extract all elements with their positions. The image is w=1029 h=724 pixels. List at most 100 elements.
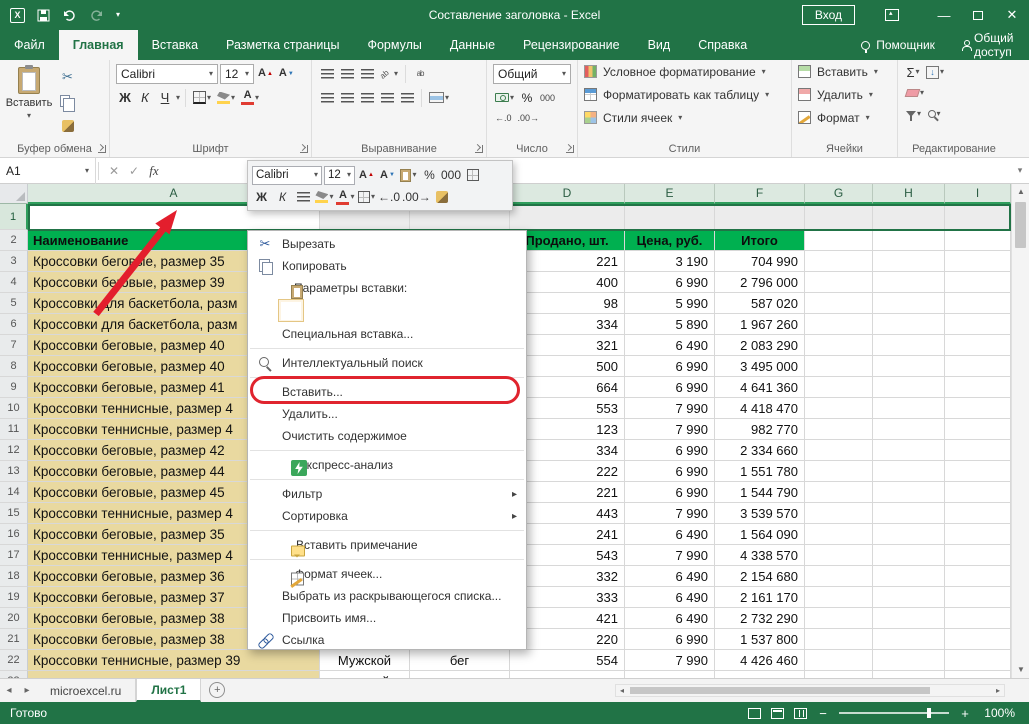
vertical-scroll-thumb[interactable] xyxy=(1015,202,1026,248)
cell-G9[interactable] xyxy=(805,377,873,398)
merge-center-button[interactable]: ▾ xyxy=(427,88,451,108)
cell-D21[interactable]: 220 xyxy=(510,629,625,650)
cell-G2[interactable] xyxy=(805,230,873,251)
cell-I11[interactable] xyxy=(945,419,1011,440)
menu-item-define-name[interactable]: Присвоить имя... xyxy=(248,607,526,629)
zoom-slider[interactable] xyxy=(839,712,949,714)
cell-F20[interactable]: 2 732 290 xyxy=(715,608,805,629)
menu-item-cut[interactable]: ✂Вырезать xyxy=(248,233,526,255)
name-box[interactable]: A1▾ xyxy=(0,158,96,184)
mini-center-button[interactable] xyxy=(294,188,313,207)
cell-H6[interactable] xyxy=(873,314,945,335)
cell-D12[interactable]: 334 xyxy=(510,440,625,461)
cell-D5[interactable]: 98 xyxy=(510,293,625,314)
tab-Главная[interactable]: Главная xyxy=(59,30,138,60)
scroll-right-icon[interactable]: ▸ xyxy=(992,685,1004,696)
cell-I8[interactable] xyxy=(945,356,1011,377)
cell-I9[interactable] xyxy=(945,377,1011,398)
cell-F7[interactable]: 2 083 290 xyxy=(715,335,805,356)
cell-E16[interactable]: 6 490 xyxy=(625,524,715,545)
wrap-text-button[interactable]: ab xyxy=(411,64,429,84)
row-header-3[interactable]: 3 xyxy=(0,251,28,272)
cell-F8[interactable]: 3 495 000 xyxy=(715,356,805,377)
cell-E4[interactable]: 6 990 xyxy=(625,272,715,293)
cell-I17[interactable] xyxy=(945,545,1011,566)
cell-E2[interactable]: Цена, руб. xyxy=(625,230,715,251)
row-header-19[interactable]: 19 xyxy=(0,587,28,608)
cell-D9[interactable]: 664 xyxy=(510,377,625,398)
cell-D13[interactable]: 222 xyxy=(510,461,625,482)
cell-E11[interactable]: 7 990 xyxy=(625,419,715,440)
cell-I7[interactable] xyxy=(945,335,1011,356)
cell-F6[interactable]: 1 967 260 xyxy=(715,314,805,335)
mini-font-color-button[interactable]: А▾ xyxy=(336,188,355,207)
underline-button[interactable]: Ч xyxy=(156,88,174,108)
scroll-left-icon[interactable]: ◂ xyxy=(616,685,628,696)
menu-item-smart-lookup[interactable]: Интеллектуальный поиск xyxy=(248,352,526,374)
sheet-tab-list1[interactable]: Лист1 xyxy=(136,679,201,702)
cell-D2[interactable]: Продано, шт. xyxy=(510,230,625,251)
normal-view-icon[interactable] xyxy=(748,708,761,719)
zoom-out-button[interactable]: − xyxy=(817,706,829,721)
cell-I18[interactable] xyxy=(945,566,1011,587)
number-format-combo[interactable]: Общий▾ xyxy=(493,64,571,84)
row-header-15[interactable]: 15 xyxy=(0,503,28,524)
cell-I14[interactable] xyxy=(945,482,1011,503)
cell-E15[interactable]: 7 990 xyxy=(625,503,715,524)
cell-H16[interactable] xyxy=(873,524,945,545)
format-as-table-button[interactable]: Форматировать как таблицу▾ xyxy=(578,83,791,106)
insert-cells-button[interactable]: Вставить▾ xyxy=(792,60,897,83)
borders-button[interactable]: ▾ xyxy=(191,88,213,108)
row-header-18[interactable]: 18 xyxy=(0,566,28,587)
customize-qat-icon[interactable]: ▾ xyxy=(116,11,120,19)
cell-styles-button[interactable]: Стили ячеек▾ xyxy=(578,106,791,129)
tab-Данные[interactable]: Данные xyxy=(436,30,509,60)
zoom-slider-thumb[interactable] xyxy=(927,708,931,718)
menu-item-format-cells[interactable]: Формат ячеек... xyxy=(248,563,526,585)
menu-item-quick-analysis[interactable]: Экспресс-анализ xyxy=(248,454,526,476)
column-header-G[interactable]: G xyxy=(805,184,873,204)
cell-F23[interactable] xyxy=(715,671,805,678)
align-top-button[interactable] xyxy=(318,64,336,84)
row-header-20[interactable]: 20 xyxy=(0,608,28,629)
sheet-tab-microexcel[interactable]: microexcel.ru xyxy=(36,679,136,702)
increase-decimal-button[interactable]: ←.0 xyxy=(493,108,514,128)
cell-I19[interactable] xyxy=(945,587,1011,608)
mini-paste-button[interactable]: ▾ xyxy=(399,166,418,185)
italic-button[interactable]: К xyxy=(136,88,154,108)
cell-G19[interactable] xyxy=(805,587,873,608)
scroll-down-icon[interactable]: ▼ xyxy=(1012,662,1029,678)
align-bottom-button[interactable] xyxy=(358,64,376,84)
cell-I3[interactable] xyxy=(945,251,1011,272)
mini-bold-button[interactable]: Ж xyxy=(252,188,271,207)
vertical-scrollbar[interactable]: ▲ ▼ xyxy=(1011,184,1029,678)
cell-D11[interactable]: 123 xyxy=(510,419,625,440)
cell-G20[interactable] xyxy=(805,608,873,629)
menu-item-paste-special[interactable]: Специальная вставка... xyxy=(248,323,526,345)
cell-C22[interactable]: бег xyxy=(410,650,510,671)
cell-C23[interactable]: теннис xyxy=(410,671,510,678)
row-header-14[interactable]: 14 xyxy=(0,482,28,503)
column-header-E[interactable]: E xyxy=(625,184,715,204)
cell-D14[interactable]: 221 xyxy=(510,482,625,503)
cell-H23[interactable] xyxy=(873,671,945,678)
menu-item-insert-comment[interactable]: Вставить примечание xyxy=(248,534,526,556)
tab-Справка[interactable]: Справка xyxy=(684,30,761,60)
cell-F22[interactable]: 4 426 460 xyxy=(715,650,805,671)
cell-G15[interactable] xyxy=(805,503,873,524)
cell-H10[interactable] xyxy=(873,398,945,419)
orientation-button[interactable]: ▾ xyxy=(378,64,400,84)
cell-F11[interactable]: 982 770 xyxy=(715,419,805,440)
cell-G4[interactable] xyxy=(805,272,873,293)
cell-D17[interactable]: 543 xyxy=(510,545,625,566)
sheet-nav-right-icon[interactable]: ▸ xyxy=(18,679,36,702)
cell-D20[interactable]: 421 xyxy=(510,608,625,629)
cell-I21[interactable] xyxy=(945,629,1011,650)
find-select-button[interactable]: ▾ xyxy=(925,104,943,124)
menu-item-insert[interactable]: Вставить... xyxy=(248,381,526,403)
cell-G12[interactable] xyxy=(805,440,873,461)
cell-E23[interactable] xyxy=(625,671,715,678)
copy-button[interactable]: ▾ xyxy=(58,91,77,111)
zoom-level[interactable]: 100% xyxy=(981,706,1015,720)
restore-button[interactable] xyxy=(961,0,995,30)
